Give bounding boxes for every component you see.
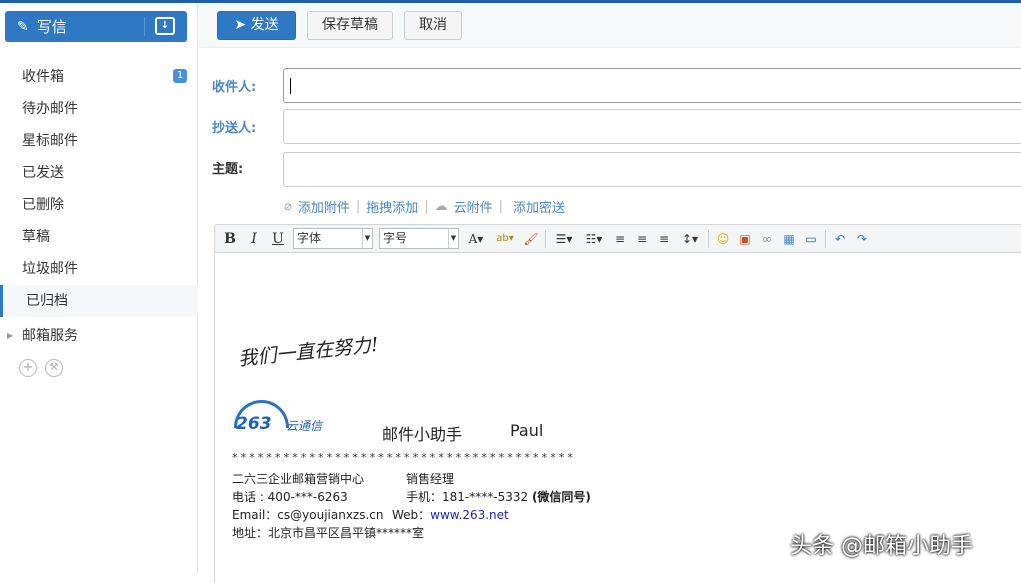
cc-input[interactable] bbox=[283, 109, 1021, 144]
paperclip-icon: ⌀ bbox=[284, 199, 292, 214]
signature-title: 销售经理 bbox=[406, 472, 455, 486]
send-button[interactable]: ➤ 发送 bbox=[217, 11, 296, 40]
emoji-icon[interactable]: ☺ bbox=[715, 232, 731, 246]
label: 邮箱服务 bbox=[22, 328, 78, 344]
chevron-down-icon: ▼ bbox=[448, 229, 458, 248]
image-icon[interactable]: ▣ bbox=[737, 232, 753, 246]
signature-name-cn: 邮件小助手 bbox=[382, 425, 463, 444]
drag-add-link[interactable]: 拖拽添加 bbox=[366, 197, 418, 216]
sidebar-item-inbox[interactable]: 收件箱 1 bbox=[0, 61, 198, 93]
chevron-down-icon: ▼ bbox=[362, 229, 372, 248]
signature-mobile: 手机：181-****-5332 (微信同号) bbox=[406, 488, 591, 505]
sidebar-item-mail-services[interactable]: ▶ 邮箱服务 bbox=[0, 319, 198, 353]
divider: | bbox=[355, 199, 361, 214]
paper-plane-icon: ➤ bbox=[234, 17, 247, 33]
add-folder-icon[interactable]: + bbox=[19, 359, 37, 377]
watermark: 头条 @邮箱小助手 bbox=[790, 534, 973, 559]
compose-button[interactable]: ✎ 写信 ↓ bbox=[5, 11, 187, 42]
align-center-icon[interactable]: ≡ bbox=[634, 232, 650, 246]
subject-input[interactable] bbox=[283, 152, 1021, 187]
font-family-select[interactable]: 字体 ▼ bbox=[293, 228, 373, 249]
font-size-select[interactable]: 字号 ▼ bbox=[379, 228, 459, 249]
sidebar: ✎ 写信 ↓ 收件箱 1 待办邮件 星标邮件 已发送 已删除 草稿 垃圾邮件 已归… bbox=[0, 3, 198, 573]
signature-name-en: Paul bbox=[510, 421, 544, 440]
sidebar-item-drafts[interactable]: 草稿 bbox=[0, 221, 198, 253]
font-color-icon[interactable]: A▾ bbox=[465, 232, 487, 246]
highlight-icon[interactable]: ab▾ bbox=[493, 232, 517, 246]
mobile-note: (微信同号) bbox=[531, 490, 591, 504]
sidebar-item-starred[interactable]: 星标邮件 bbox=[0, 125, 198, 157]
divider: | bbox=[424, 199, 429, 214]
divider bbox=[708, 229, 709, 248]
logo-text: 263 bbox=[236, 414, 272, 434]
unordered-list-icon[interactable]: ☷▾ bbox=[582, 232, 606, 246]
text-cursor bbox=[290, 78, 291, 94]
to-label: 收件人: bbox=[212, 80, 257, 95]
compose-label: 写信 bbox=[36, 18, 67, 36]
signature-company: 二六三企业邮箱营销中心 bbox=[232, 472, 365, 486]
divider bbox=[144, 17, 145, 36]
divider: | bbox=[498, 199, 504, 214]
263-logo: 263 云通信 bbox=[234, 400, 329, 434]
italic-icon[interactable]: I bbox=[245, 231, 263, 247]
expand-triangle-icon: ▶ bbox=[7, 331, 14, 340]
subject-label: 主题: bbox=[212, 162, 244, 177]
feather-icon: ✎ bbox=[17, 18, 29, 35]
undo-icon[interactable]: ↶ bbox=[832, 232, 848, 246]
align-right-icon[interactable]: ≡ bbox=[656, 232, 672, 246]
sidebar-item-deleted[interactable]: 已删除 bbox=[0, 189, 198, 221]
label: 发送 bbox=[250, 17, 279, 33]
table-icon[interactable]: ▦ bbox=[781, 232, 797, 246]
sidebar-item-todo[interactable]: 待办邮件 bbox=[0, 93, 198, 125]
underline-icon[interactable]: U bbox=[269, 231, 287, 247]
value: 字体 bbox=[297, 231, 322, 245]
signature-web: Web：www.263.net bbox=[392, 506, 509, 523]
sidebar-tools: + ⚒ bbox=[19, 359, 63, 377]
attachment-links: ⌀ 添加附件 | 拖拽添加 | ☁ 云附件 | 添加密送 bbox=[284, 197, 565, 216]
signature-email: Email：cs@youjianxzs.cn bbox=[232, 508, 384, 522]
format-painter-icon[interactable]: 🖌 bbox=[523, 232, 539, 246]
to-input[interactable] bbox=[283, 68, 1021, 103]
redo-icon[interactable]: ↷ bbox=[854, 232, 870, 246]
editor-toolbar: B I U 字体 ▼ 字号 ▼ A▾ ab▾ 🖌 ☰▾ ☷▾ ≡ ≡ ≡ ↕▾ ☺ … bbox=[214, 224, 1021, 253]
sidebar-item-sent[interactable]: 已发送 bbox=[0, 157, 198, 189]
align-left-icon[interactable]: ≡ bbox=[612, 232, 628, 246]
unread-badge: 1 bbox=[173, 69, 187, 83]
compose-header: ➤ 发送 保存草稿 取消 bbox=[199, 3, 1021, 48]
ordered-list-icon[interactable]: ☰▾ bbox=[552, 232, 576, 246]
value: 字号 bbox=[383, 231, 408, 245]
bold-icon[interactable]: B bbox=[221, 231, 239, 247]
cloud-attachment-link[interactable]: 云附件 bbox=[454, 197, 493, 216]
link-icon[interactable]: ∞ bbox=[759, 232, 775, 246]
signature-phone: 电话 : 400-***-6263 bbox=[232, 490, 348, 504]
save-draft-button[interactable]: 保存草稿 bbox=[307, 11, 393, 40]
web-link[interactable]: www.263.net bbox=[430, 508, 509, 522]
folder-list: 收件箱 1 待办邮件 星标邮件 已发送 已删除 草稿 垃圾邮件 已归档 ▶ 邮箱服务 bbox=[0, 61, 198, 353]
divider bbox=[545, 229, 546, 248]
add-attachment-link[interactable]: 添加附件 bbox=[298, 197, 350, 216]
web-label: Web： bbox=[392, 508, 431, 522]
add-bcc-link[interactable]: 添加密送 bbox=[513, 197, 565, 216]
label: 收件箱 bbox=[22, 69, 64, 85]
logo-text: 云通信 bbox=[286, 419, 323, 433]
cloud-icon: ☁ bbox=[434, 199, 448, 214]
divider bbox=[825, 229, 826, 248]
inbox-download-icon[interactable]: ↓ bbox=[155, 17, 175, 35]
line-height-icon[interactable]: ↕▾ bbox=[678, 232, 702, 246]
sidebar-item-spam[interactable]: 垃圾邮件 bbox=[0, 253, 198, 285]
cc-label: 抄送人: bbox=[212, 121, 257, 136]
signature-divider: **************************************** bbox=[232, 451, 576, 464]
sidebar-item-archived[interactable]: 已归档 bbox=[0, 285, 198, 317]
cancel-button[interactable]: 取消 bbox=[404, 11, 462, 40]
signature-address: 地址：北京市昌平区昌平镇******室 bbox=[232, 526, 425, 540]
wrench-settings-icon[interactable]: ⚒ bbox=[45, 359, 63, 377]
screenshot-icon[interactable]: ▭ bbox=[803, 232, 819, 246]
mobile: 手机：181-****-5332 bbox=[406, 490, 529, 504]
